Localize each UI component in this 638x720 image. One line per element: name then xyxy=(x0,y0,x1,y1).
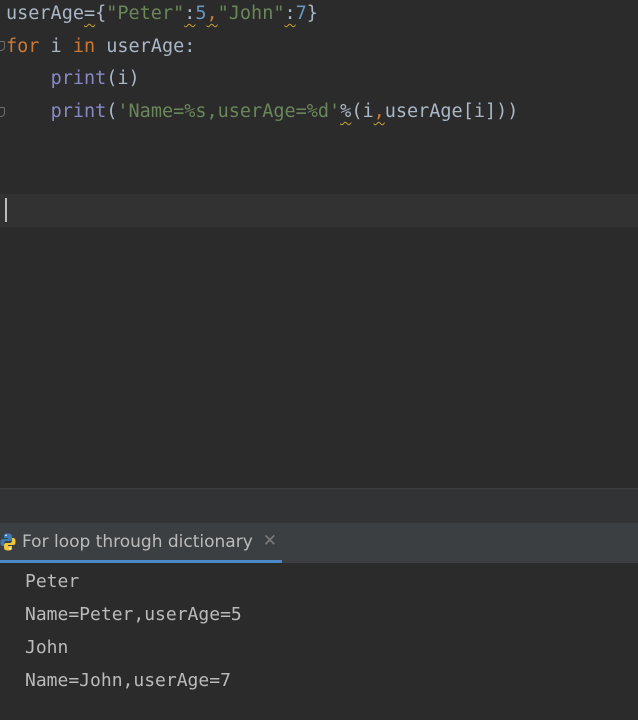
code-line-3[interactable]: print(i) xyxy=(6,62,140,95)
iterable: userAge: xyxy=(95,36,196,57)
colon: : xyxy=(284,3,296,24)
code-line-2[interactable]: for i in userAge: xyxy=(6,30,195,63)
comma: , xyxy=(206,3,218,24)
builtin-print: print xyxy=(50,101,107,122)
dict-key-peter: "Peter" xyxy=(106,3,185,24)
loop-variable: i xyxy=(39,36,73,57)
tuple-open: (i xyxy=(351,101,374,122)
assign-operator: = xyxy=(83,3,96,24)
python-icon xyxy=(0,533,16,551)
console-line: Name=John,userAge=7 xyxy=(25,670,231,691)
code-line-1[interactable]: userAge={"Peter":5,"John":7} xyxy=(6,0,318,30)
current-line-highlight xyxy=(0,194,638,227)
console-line: Peter xyxy=(25,571,80,592)
dict-value-7: 7 xyxy=(295,3,307,24)
console-line: Name=Peter,userAge=5 xyxy=(25,604,242,625)
percent-operator: % xyxy=(340,101,352,122)
colon: : xyxy=(184,3,196,24)
keyword-for: for xyxy=(6,36,40,57)
run-tool-window-header: For loop through dictionary ✕ xyxy=(0,523,638,563)
variable-useraage: userAge xyxy=(6,3,84,24)
code-line-4[interactable]: print('Name=%s,userAge=%d'%(i,userAge[i]… xyxy=(6,95,519,128)
comma: , xyxy=(373,101,385,122)
dict-value-5: 5 xyxy=(195,3,207,24)
tab-run-configuration[interactable]: For loop through dictionary ✕ xyxy=(0,523,282,563)
brace-close: } xyxy=(306,3,318,24)
panel-splitter[interactable] xyxy=(0,488,638,523)
dict-key-john: "John" xyxy=(217,3,285,24)
tab-label: For loop through dictionary xyxy=(22,531,253,552)
paren-open: ( xyxy=(106,101,118,122)
call-args: (i) xyxy=(106,68,140,89)
close-icon[interactable]: ✕ xyxy=(263,533,277,550)
code-editor[interactable]: userAge={"Peter":5,"John":7} for i in us… xyxy=(0,0,638,488)
format-string: 'Name=%s,userAge=%d' xyxy=(117,101,341,122)
console-line: John xyxy=(25,637,69,658)
tuple-rest: userAge[i])) xyxy=(384,101,519,122)
console-output[interactable]: Peter Name=Peter,userAge=5 John Name=Joh… xyxy=(0,563,638,720)
brace-open: { xyxy=(95,3,107,24)
keyword-in: in xyxy=(72,36,96,57)
fold-marker-icon[interactable] xyxy=(0,41,5,51)
builtin-print: print xyxy=(50,68,107,89)
fold-end-marker-icon[interactable] xyxy=(0,107,5,117)
text-caret xyxy=(5,198,7,222)
